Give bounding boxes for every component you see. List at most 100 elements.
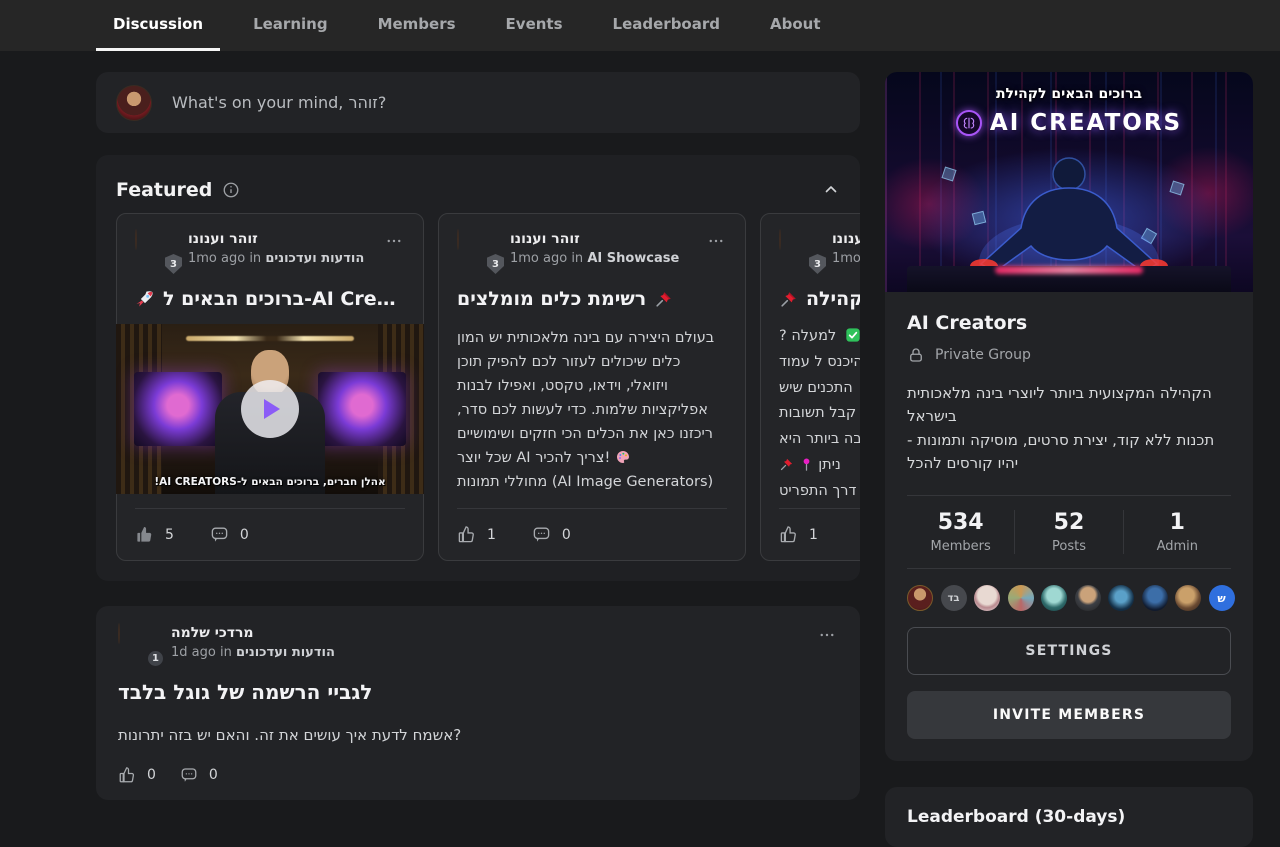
member-avatar[interactable] — [1108, 585, 1134, 611]
member-avatar[interactable] — [1142, 585, 1168, 611]
more-options-icon[interactable] — [383, 230, 405, 252]
like-button[interactable]: 5 — [135, 525, 174, 544]
post-composer[interactable]: What's on your mind, זוהר? — [96, 72, 860, 133]
banner-welcome-text: ברוכים הבאים לקהילת — [885, 86, 1253, 102]
featured-section: Featured 3 — [96, 155, 860, 581]
checkbox-icon — [845, 327, 860, 343]
comment-count: 0 — [240, 527, 249, 543]
member-avatar[interactable]: ש — [1209, 585, 1235, 611]
post-meta: 1mo — [832, 251, 860, 266]
member-avatar[interactable]: בד — [941, 585, 967, 611]
post-body: בעולם היצירה עם בינה מלאכותית יש המון כל… — [457, 326, 727, 494]
featured-card-rules[interactable]: 3 זוהר וענונו 1mo חוקי — [760, 213, 860, 561]
like-button[interactable]: 0 — [118, 766, 156, 784]
like-count: 1 — [487, 527, 496, 543]
space-link[interactable]: AI Showcase — [587, 251, 679, 266]
brain-logo-icon — [956, 110, 982, 136]
author-avatar — [118, 623, 120, 644]
leaderboard-card: Leaderboard (30-days) — [885, 787, 1253, 847]
privacy-label: Private Group — [935, 347, 1031, 363]
like-count: 1 — [809, 527, 818, 543]
post-meta: 1d ago in הודעות ועדכונים — [171, 645, 335, 660]
leaderboard-title: Leaderboard (30-days) — [907, 807, 1231, 827]
author-name: מרדכי שלמה — [171, 625, 335, 641]
featured-card-welcome[interactable]: 3 זוהר וענונו 1mo ago in הודעות ועדכונים — [116, 213, 424, 561]
author-avatar — [779, 229, 781, 250]
settings-button[interactable]: SETTINGS — [907, 627, 1231, 675]
palette-icon — [615, 449, 631, 465]
comment-count: 0 — [209, 767, 218, 783]
feed-post[interactable]: 1 מרדכי שלמה 1d ago in הודעות ועדכונים ל… — [96, 606, 860, 800]
invite-members-button[interactable]: INVITE MEMBERS — [907, 691, 1231, 739]
level-badge: 3 — [487, 254, 504, 274]
level-badge: 3 — [165, 254, 182, 274]
featured-carousel: 3 זוהר וענונו 1mo ago in הודעות ועדכונים — [116, 213, 860, 561]
video-thumbnail[interactable]: אהלן חברים, ברוכים הבאים ל-AI CREATORS! — [116, 324, 424, 494]
stat-members: 534 Members — [907, 510, 1014, 554]
post-title: רשימת כלים מומלצים — [457, 288, 727, 310]
like-count: 0 — [147, 767, 156, 783]
featured-card-tools[interactable]: 3 זוהר וענונו 1mo ago in AI Showcase רשי… — [438, 213, 746, 561]
space-link[interactable]: הודעות ועדכונים — [236, 645, 335, 660]
current-user-avatar — [116, 85, 152, 121]
stat-posts: 52 Posts — [1014, 510, 1122, 554]
tab-events[interactable]: Events — [489, 0, 580, 51]
like-count: 5 — [165, 527, 174, 543]
round-pin-icon — [799, 457, 814, 472]
like-button[interactable]: 1 — [779, 525, 818, 544]
level-badge: 3 — [809, 254, 826, 274]
pushpin-icon — [654, 290, 673, 309]
tab-discussion[interactable]: Discussion — [96, 0, 220, 51]
post-title: ברוכים הבאים ל-AI Creators — [135, 288, 405, 310]
tab-leaderboard[interactable]: Leaderboard — [596, 0, 737, 51]
post-body: ? למעלה היכנס ל עמוד התכנים שיש קבל תשוב… — [779, 324, 860, 505]
banner-brand-text: AI CREATORS — [990, 110, 1182, 136]
featured-title: Featured — [116, 179, 212, 201]
tab-members[interactable]: Members — [361, 0, 473, 51]
member-avatar[interactable] — [974, 585, 1000, 611]
post-body: אשמח לדעת איך עושים את זה. והאם יש בזה י… — [118, 726, 838, 744]
group-cover-image: ברוכים הבאים לקהילת AI CREATORS — [885, 72, 1253, 292]
info-icon[interactable] — [222, 181, 240, 199]
more-options-icon[interactable] — [705, 230, 727, 252]
chevron-up-icon[interactable] — [822, 181, 840, 199]
comment-button[interactable]: 0 — [180, 766, 218, 784]
author-name: זוהר וענונו — [832, 231, 860, 247]
author-avatar — [457, 229, 459, 250]
post-title: חוקי הקהילה — [779, 288, 860, 310]
member-avatar[interactable] — [1175, 585, 1201, 611]
video-caption: אהלן חברים, ברוכים הבאים ל-AI CREATORS! — [116, 476, 424, 488]
group-stats: 534 Members 52 Posts 1 Admin — [907, 495, 1231, 569]
member-avatar[interactable] — [1008, 585, 1034, 611]
member-avatars-row: בד ש — [907, 585, 1231, 611]
lock-icon — [907, 346, 925, 364]
tab-about[interactable]: About — [753, 0, 838, 51]
post-meta: 1mo ago in הודעות ועדכונים — [188, 251, 364, 266]
more-options-icon[interactable] — [816, 624, 838, 646]
top-nav: Discussion Learning Members Events Leade… — [0, 0, 1280, 51]
composer-prompt: What's on your mind, זוהר? — [172, 93, 386, 112]
comment-button[interactable]: 0 — [210, 525, 249, 544]
author-name: זוהר וענונו — [188, 231, 364, 247]
post-meta: 1mo ago in AI Showcase — [510, 251, 679, 266]
rocket-icon — [135, 289, 155, 309]
member-avatar[interactable] — [907, 585, 933, 611]
group-name: AI Creators — [907, 312, 1231, 334]
play-button-icon[interactable] — [241, 380, 299, 438]
member-avatar[interactable] — [1075, 585, 1101, 611]
author-name: זוהר וענונו — [510, 231, 679, 247]
pushpin-icon — [779, 457, 794, 472]
post-title: לגביי הרשמה של גוגל בלבד — [118, 680, 838, 704]
space-link[interactable]: הודעות ועדכונים — [265, 251, 364, 266]
like-button[interactable]: 1 — [457, 525, 496, 544]
member-avatar[interactable] — [1041, 585, 1067, 611]
comment-button[interactable]: 0 — [532, 525, 571, 544]
author-avatar — [135, 229, 137, 250]
tab-learning[interactable]: Learning — [236, 0, 345, 51]
group-description: הקהילה המקצועית ביותר ליוצרי בינה מלאכות… — [907, 382, 1231, 475]
group-info-card: ברוכים הבאים לקהילת AI CREATORS AI Creat… — [885, 72, 1253, 761]
pushpin-icon — [779, 290, 798, 309]
level-badge: 1 — [146, 649, 165, 668]
stat-admin: 1 Admin — [1123, 510, 1231, 554]
comment-count: 0 — [562, 527, 571, 543]
